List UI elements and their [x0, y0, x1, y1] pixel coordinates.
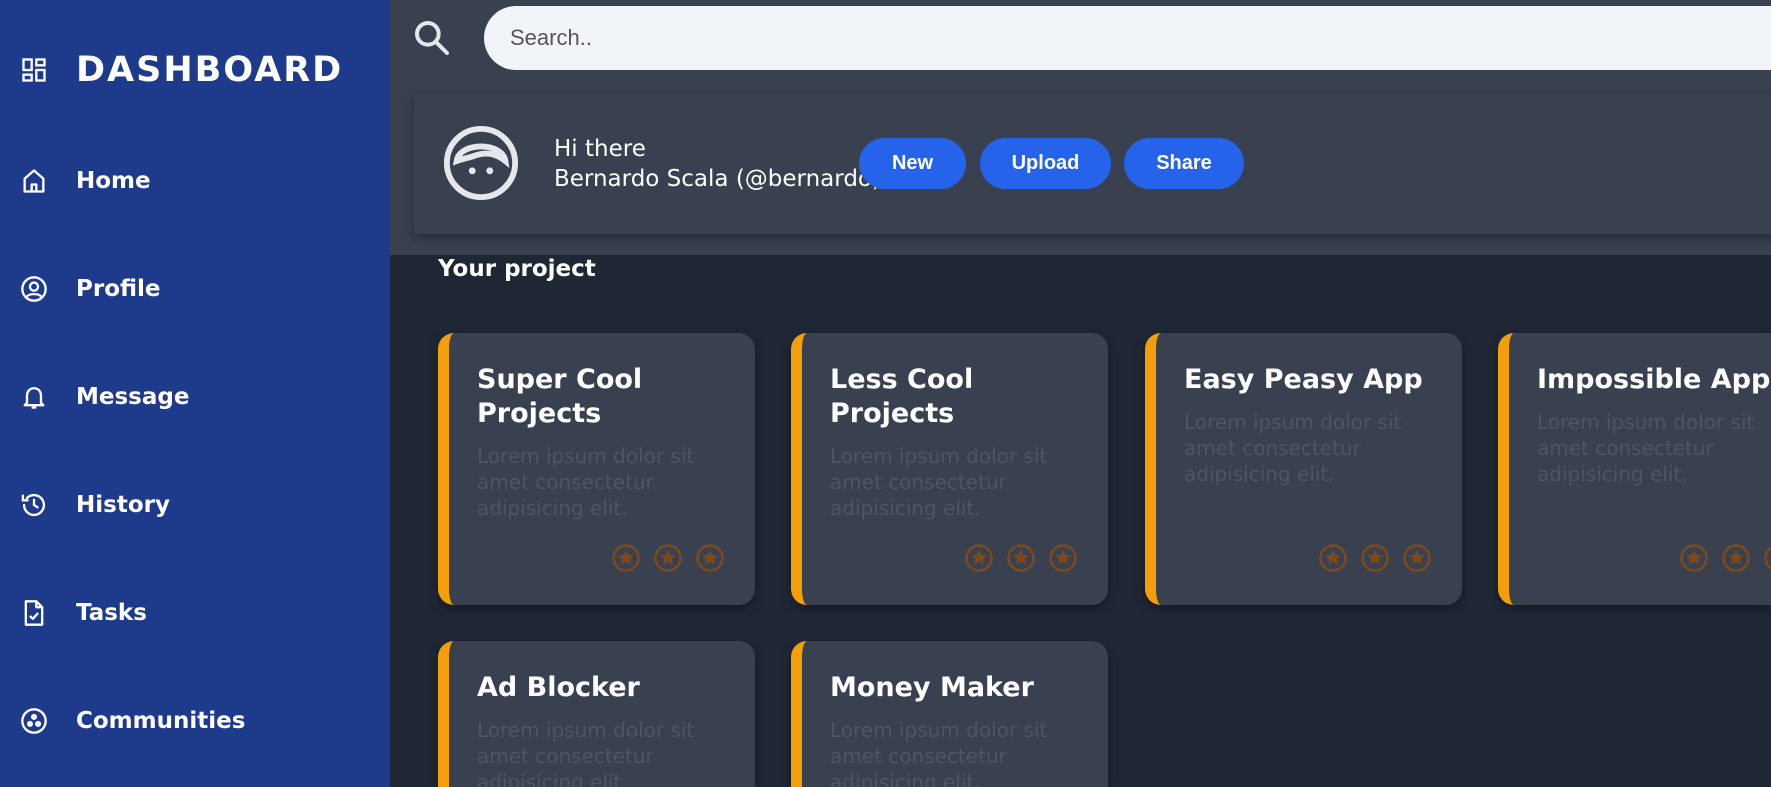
star-icon[interactable]	[1048, 543, 1078, 573]
sidebar-item-label: History	[76, 492, 170, 518]
project-rating	[1679, 543, 1771, 573]
project-title: Easy Peasy App	[1184, 364, 1423, 395]
project-description: Lorem ipsum dolor sit amet consectetur a…	[830, 718, 1048, 787]
project-description: Lorem ipsum dolor sit amet consectetur a…	[1184, 410, 1402, 486]
star-icon[interactable]	[1360, 543, 1390, 573]
project-description: Lorem ipsum dolor sit amet consectetur a…	[477, 718, 695, 787]
project-card[interactable]: Easy Peasy App Lorem ipsum dolor sit ame…	[1145, 333, 1462, 605]
project-card[interactable]: Impossible App Lorem ipsum dolor sit ame…	[1498, 333, 1771, 605]
project-title: Money Maker	[830, 672, 1034, 703]
file-check-icon	[20, 599, 48, 627]
star-icon[interactable]	[1318, 543, 1348, 573]
project-description: Lorem ipsum dolor sit amet consectetur a…	[830, 444, 1048, 520]
project-rating	[611, 543, 725, 573]
section-title: Your project	[438, 256, 596, 282]
sidebar-item-tasks[interactable]: Tasks	[20, 593, 147, 633]
star-icon[interactable]	[1763, 543, 1771, 573]
sidebar-item-label: Home	[76, 168, 151, 194]
star-icon[interactable]	[695, 543, 725, 573]
star-icon[interactable]	[1721, 543, 1751, 573]
community-icon	[20, 707, 48, 735]
star-icon[interactable]	[1402, 543, 1432, 573]
project-card[interactable]: Ad Blocker Lorem ipsum dolor sit amet co…	[438, 641, 755, 787]
star-icon[interactable]	[1679, 543, 1709, 573]
welcome-panel: Hi there Bernardo Scala (@bernardo) New …	[414, 94, 1771, 234]
search-input[interactable]	[484, 6, 1771, 70]
project-card[interactable]: Super Cool Projects Lorem ipsum dolor si…	[438, 333, 755, 605]
sidebar-item-label: Profile	[76, 276, 161, 302]
project-card[interactable]: Money Maker Lorem ipsum dolor sit amet c…	[791, 641, 1108, 787]
sidebar-item-profile[interactable]: Profile	[20, 269, 161, 309]
user-name: Bernardo Scala (@bernardo)	[554, 166, 881, 192]
project-title: Ad Blocker	[477, 672, 640, 703]
project-card[interactable]: Less Cool Projects Lorem ipsum dolor sit…	[791, 333, 1108, 605]
star-icon[interactable]	[1006, 543, 1036, 573]
sidebar-item-label: Tasks	[76, 600, 147, 626]
project-rating	[964, 543, 1078, 573]
search-icon[interactable]	[412, 18, 452, 58]
project-title: Super Cool Projects	[477, 364, 643, 429]
project-rating	[1318, 543, 1432, 573]
header: Hi there Bernardo Scala (@bernardo) New …	[390, 0, 1771, 255]
project-description: Lorem ipsum dolor sit amet consectetur a…	[477, 444, 695, 520]
project-description: Lorem ipsum dolor sit amet consectetur a…	[1537, 410, 1755, 486]
user-circle-icon	[20, 275, 48, 303]
dashboard-icon	[22, 58, 46, 82]
sidebar-item-communities[interactable]: Communities	[20, 701, 245, 741]
greeting-text: Hi there Bernardo Scala (@bernardo)	[554, 134, 881, 194]
project-title: Impossible App	[1537, 364, 1771, 395]
sidebar-item-label: Communities	[76, 708, 246, 734]
sidebar-item-label: Message	[76, 384, 190, 410]
sidebar-item-message[interactable]: Message	[20, 377, 189, 417]
star-icon[interactable]	[611, 543, 641, 573]
greeting: Hi there	[554, 136, 646, 162]
star-icon[interactable]	[964, 543, 994, 573]
sidebar: DASHBOARD Home Profile Message History T…	[0, 0, 390, 787]
project-title: Less Cool Projects	[830, 364, 974, 429]
sidebar-item-history[interactable]: History	[20, 485, 170, 525]
brand[interactable]: DASHBOARD	[20, 50, 344, 90]
brand-title: DASHBOARD	[76, 50, 344, 90]
sidebar-item-home[interactable]: Home	[20, 161, 151, 201]
share-button[interactable]: Share	[1124, 138, 1244, 189]
avatar[interactable]	[442, 124, 520, 202]
history-icon	[20, 491, 48, 519]
home-icon	[20, 167, 48, 195]
star-icon[interactable]	[653, 543, 683, 573]
upload-button[interactable]: Upload	[980, 138, 1111, 189]
new-button[interactable]: New	[859, 138, 966, 189]
bell-icon	[20, 383, 48, 411]
